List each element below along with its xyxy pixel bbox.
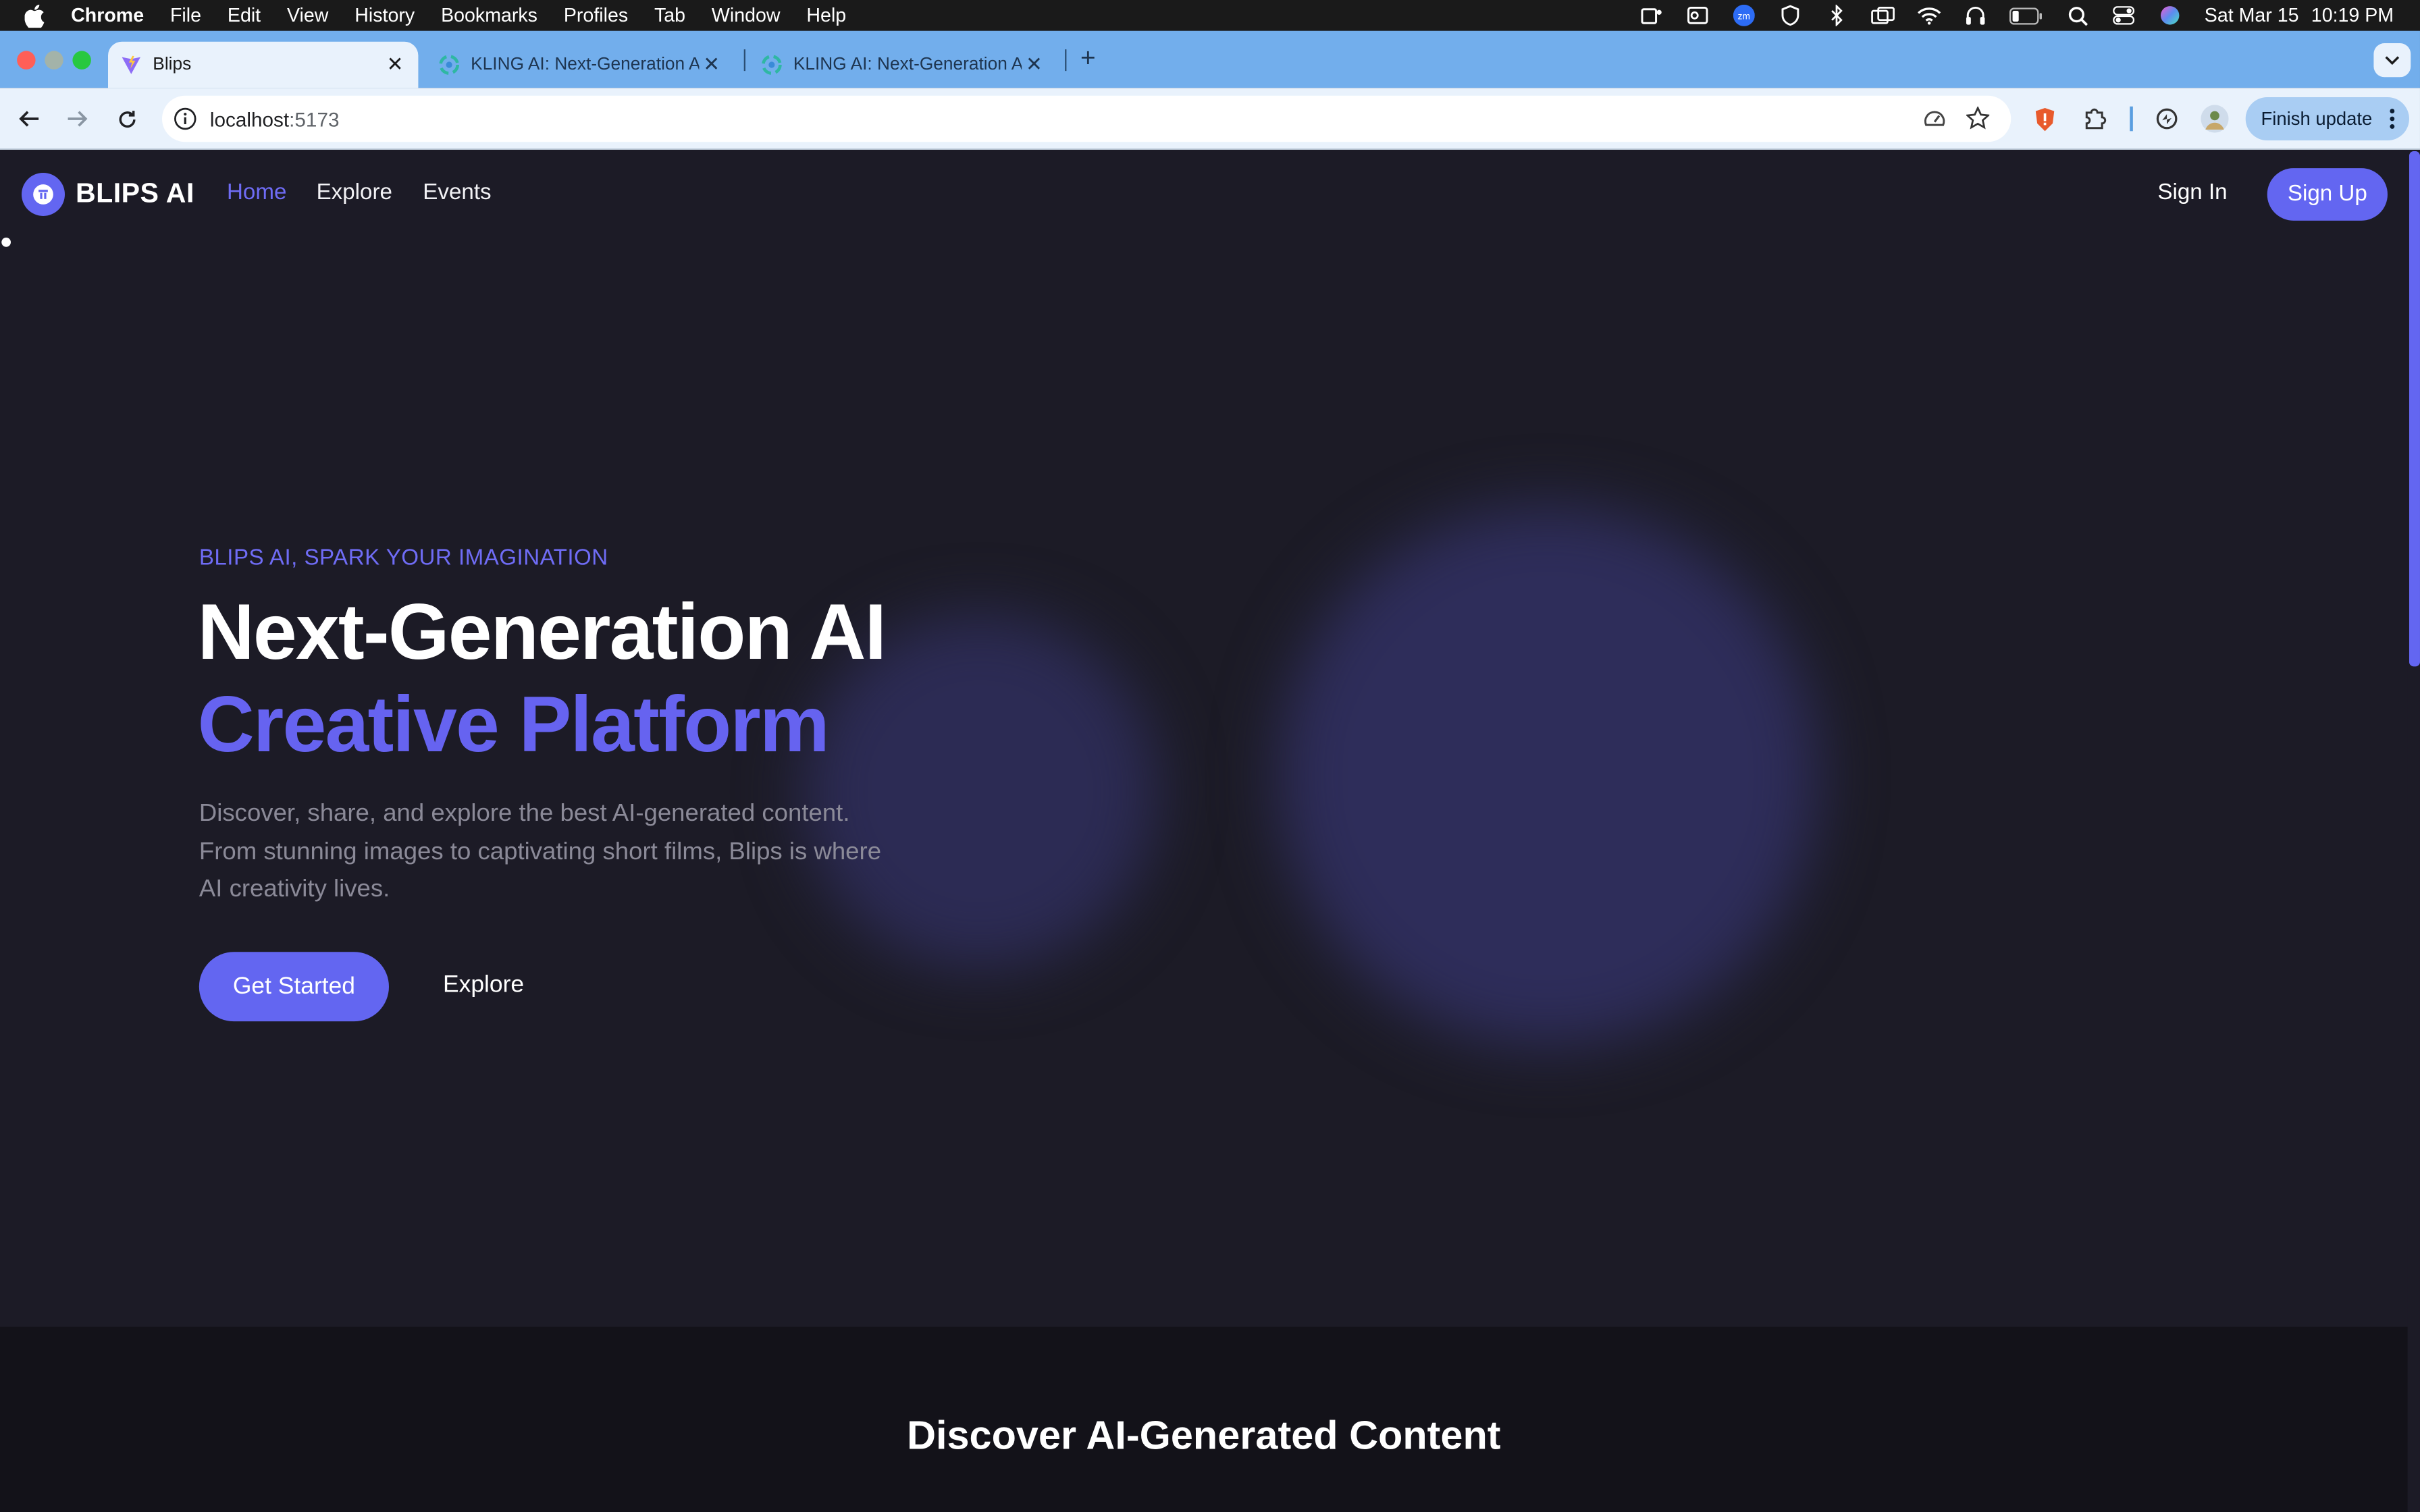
- browser-toolbar: localhost:5173 Finish update: [0, 88, 2420, 150]
- page-scrollbar[interactable]: [2407, 151, 2420, 1512]
- tab-kling-1[interactable]: KLING AI: Next-Generation AI ✕: [426, 42, 735, 88]
- macos-menu-bar: Chrome File Edit View History Bookmarks …: [0, 0, 2420, 31]
- performance-gauge-icon[interactable]: [1923, 108, 1946, 137]
- clock-time: 10:19 PM: [2311, 4, 2394, 26]
- menu-tab[interactable]: Tab: [654, 5, 685, 26]
- sign-up-button[interactable]: Sign Up: [2267, 168, 2388, 221]
- spotlight-search-icon[interactable]: [2066, 5, 2090, 26]
- new-tab-plus-icon[interactable]: +: [1074, 43, 1102, 72]
- menu-history[interactable]: History: [354, 5, 415, 26]
- web-page: BLIPS AI Home Explore Events Sign In Sig…: [0, 151, 2420, 1512]
- site-navbar: BLIPS AI Home Explore Events Sign In Sig…: [0, 151, 2408, 238]
- hero-eyebrow: BLIPS AI, SPARK YOUR IMAGINATION: [199, 546, 608, 571]
- discover-section: Discover AI-Generated Content: [0, 1326, 2408, 1512]
- tab-title: Blips: [153, 55, 192, 74]
- wifi-icon[interactable]: [1918, 5, 1943, 26]
- tab-title: KLING AI: Next-Generation AI: [793, 55, 1022, 74]
- siri-icon[interactable]: [2158, 5, 2183, 26]
- screen: Chrome File Edit View History Bookmarks …: [0, 0, 2420, 1512]
- screen-mirroring-icon[interactable]: [1871, 5, 1896, 26]
- back-arrow-icon[interactable]: [16, 105, 43, 132]
- url-text[interactable]: localhost:5173: [210, 107, 340, 130]
- nav-link-home[interactable]: Home: [227, 180, 286, 205]
- vite-favicon-icon: [120, 54, 142, 76]
- section-heading: Discover AI-Generated Content: [907, 1411, 1501, 1458]
- apple-icon[interactable]: [24, 3, 50, 27]
- status-area: zm Sat Mar 15 10:19 PM: [1639, 0, 2394, 31]
- tab-separator: [1065, 49, 1067, 72]
- menu-bar-clock[interactable]: Sat Mar 15 10:19 PM: [2205, 5, 2394, 26]
- reload-icon[interactable]: [113, 105, 140, 132]
- brand-name[interactable]: BLIPS AI: [76, 178, 194, 210]
- extensions-puzzle-icon[interactable]: [2080, 105, 2108, 132]
- get-started-button[interactable]: Get Started: [199, 952, 389, 1022]
- browser-tab-strip: Blips ✕ KLING AI: Next-Generation AI ✕ K…: [0, 30, 2420, 88]
- finish-update-button[interactable]: Finish update: [2245, 97, 2409, 140]
- window-close-button[interactable]: [17, 51, 36, 70]
- tab-separator: [743, 49, 745, 72]
- finish-update-label: Finish update: [2261, 107, 2373, 130]
- scrollbar-thumb[interactable]: [2409, 151, 2420, 667]
- svg-text:zm: zm: [1738, 11, 1750, 22]
- mouse-cursor: [1, 237, 11, 247]
- blips-logo-icon[interactable]: [21, 172, 65, 216]
- menu-window[interactable]: Window: [712, 5, 781, 26]
- hero-title-line1: Next-Generation AI: [197, 587, 887, 676]
- teams-icon[interactable]: [1639, 5, 1664, 26]
- toolbar-divider: [2130, 106, 2133, 132]
- bluetooth-icon[interactable]: [1824, 4, 1849, 26]
- hero-title-line2: Creative Platform: [197, 680, 830, 769]
- bookmark-star-icon[interactable]: [1965, 105, 1991, 138]
- tab-title: KLING AI: Next-Generation AI: [471, 55, 700, 74]
- tab-close-icon[interactable]: ✕: [1022, 53, 1047, 78]
- url-host: localhost: [209, 107, 290, 131]
- menu-view[interactable]: View: [287, 5, 328, 26]
- battery-icon[interactable]: [2009, 5, 2044, 26]
- window-zoom-button[interactable]: [72, 51, 91, 70]
- menu-profiles[interactable]: Profiles: [564, 5, 628, 26]
- window-minimize-button[interactable]: [45, 51, 63, 70]
- site-info-icon[interactable]: [173, 107, 198, 132]
- tab-close-icon[interactable]: ✕: [699, 53, 724, 78]
- brave-shield-extension-icon[interactable]: [2031, 105, 2059, 132]
- nav-link-events[interactable]: Events: [423, 180, 491, 205]
- url-port: :5173: [289, 107, 340, 131]
- nav-link-explore[interactable]: Explore: [317, 180, 392, 205]
- decorative-glow: [1278, 506, 1818, 1046]
- tab-blips[interactable]: Blips ✕: [107, 41, 419, 88]
- kling-favicon-icon: [438, 54, 460, 76]
- tab-search-chevron-icon[interactable]: [2373, 43, 2411, 78]
- tab-close-icon[interactable]: ✕: [383, 53, 408, 78]
- tab-kling-2[interactable]: KLING AI: Next-Generation AI ✕: [749, 42, 1057, 88]
- menu-file[interactable]: File: [170, 5, 201, 26]
- menu-app-name[interactable]: Chrome: [71, 5, 144, 26]
- shield-icon[interactable]: [1779, 5, 1804, 26]
- headphones-icon[interactable]: [1964, 5, 1989, 26]
- control-center-icon[interactable]: [2112, 5, 2137, 26]
- kling-favicon-icon: [761, 54, 783, 76]
- extension-swirl-icon[interactable]: [2153, 105, 2181, 132]
- address-bar[interactable]: localhost:5173: [161, 95, 2011, 142]
- forward-arrow-icon[interactable]: [63, 105, 91, 132]
- clock-date: Sat Mar 15: [2204, 4, 2299, 26]
- sign-in-link[interactable]: Sign In: [2157, 180, 2227, 205]
- zoom-icon[interactable]: zm: [1732, 4, 1757, 26]
- profile-avatar[interactable]: [2201, 105, 2229, 133]
- hero-description: Discover, share, and explore the best AI…: [199, 801, 882, 903]
- explore-button[interactable]: Explore: [443, 972, 524, 1000]
- menu-bookmarks[interactable]: Bookmarks: [441, 5, 537, 26]
- outlook-icon[interactable]: [1686, 5, 1711, 26]
- menu-help[interactable]: Help: [806, 5, 846, 26]
- more-vertical-icon[interactable]: [2389, 108, 2395, 134]
- menu-edit[interactable]: Edit: [228, 5, 261, 26]
